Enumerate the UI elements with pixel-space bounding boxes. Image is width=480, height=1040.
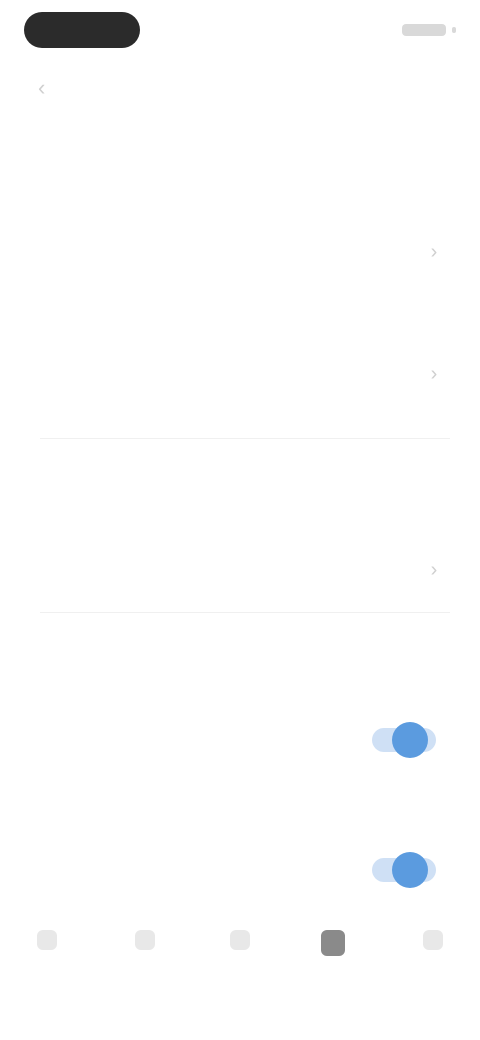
chevron-left-icon: ‹ <box>38 75 46 100</box>
battery-icon <box>402 24 446 36</box>
settings-row-2[interactable]: › <box>0 340 480 420</box>
toggle-knob <box>392 852 428 888</box>
toggle-row-2 <box>0 838 480 918</box>
chevron-right-icon: › <box>430 363 438 385</box>
battery-cap-icon <box>452 27 456 33</box>
toggle-knob <box>392 722 428 758</box>
chevron-right-icon: › <box>430 559 438 581</box>
page-header: ‹ <box>0 64 480 112</box>
search-icon <box>135 930 155 950</box>
toggle-switch[interactable] <box>372 852 436 888</box>
divider <box>40 438 450 439</box>
nav-item-search[interactable] <box>110 920 180 990</box>
settings-icon <box>423 930 443 950</box>
settings-row-1[interactable]: › <box>0 232 480 292</box>
status-time-pill <box>24 12 140 48</box>
home-icon <box>37 930 57 950</box>
bottom-nav <box>0 920 480 1000</box>
settings-row-3[interactable]: › <box>0 558 480 594</box>
add-icon <box>230 930 250 950</box>
nav-item-add[interactable] <box>205 920 275 990</box>
settings-screen: ‹ › › › <box>0 0 480 1040</box>
status-bar <box>0 0 480 60</box>
back-button[interactable]: ‹ <box>38 76 58 100</box>
nav-item-settings[interactable] <box>398 920 468 990</box>
profile-icon <box>321 930 345 956</box>
toggle-row-1 <box>0 710 480 790</box>
chevron-right-icon: › <box>430 241 438 263</box>
nav-item-home[interactable] <box>12 920 82 990</box>
toggle-switch[interactable] <box>372 722 436 758</box>
status-indicators <box>386 20 456 40</box>
nav-item-profile[interactable] <box>298 920 368 990</box>
divider <box>40 612 450 613</box>
